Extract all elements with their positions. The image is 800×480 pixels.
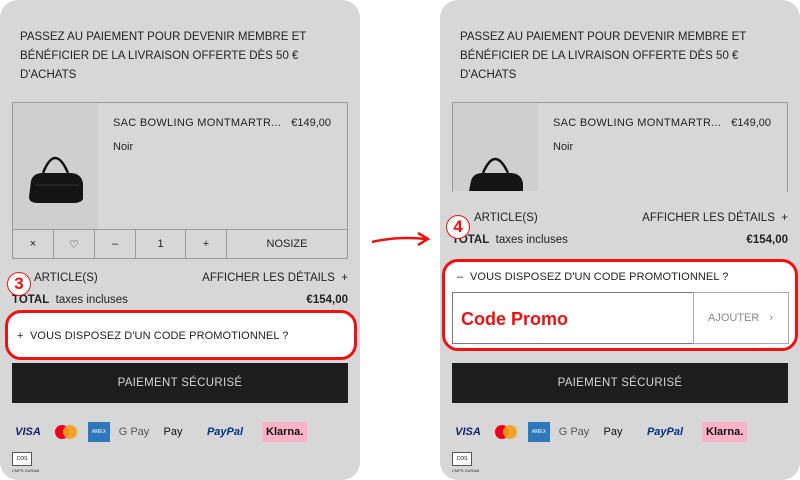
show-details-label: AFFICHER LES DÉTAILS (642, 212, 775, 224)
plus-icon: + (17, 330, 24, 342)
taxes-label: taxes incluses (55, 294, 128, 306)
promo-code-input[interactable]: Code Promo (452, 292, 694, 344)
promo-label: VOUS DISPOSEZ D'UN CODE PROMOTIONNEL ? (30, 330, 289, 342)
amex-icon: AMEX (88, 422, 110, 442)
product-price: €149,00 (291, 117, 331, 129)
promo-label[interactable]: VOUS DISPOSEZ D'UN CODE PROMOTIONNEL ? (470, 271, 729, 283)
membership-banner: PASSEZ AU PAIEMENT POUR DEVENIR MEMBRE E… (20, 31, 307, 81)
total-row: TOTAL taxes incluses €154,00 (12, 294, 348, 306)
close-icon: × (29, 238, 37, 250)
taxes-label: taxes incluses (495, 234, 568, 246)
cos-logo: COS (12, 452, 32, 466)
brand-sub: CMPS GARAM (452, 468, 480, 473)
promo-input-annotation: Code Promo (461, 309, 569, 329)
apple-pay-label: Pay (163, 426, 183, 438)
favorite-button[interactable]: ♡ (54, 230, 95, 258)
total-amount: €154,00 (746, 234, 788, 246)
klarna-icon: Klarna. (262, 422, 308, 442)
product-card: SAC BOWLING MONTMARTR... €149,00 Noir (12, 102, 348, 230)
total-amount: €154,00 (306, 294, 348, 306)
mastercard-icon (492, 422, 520, 442)
bowling-bag-image (13, 103, 98, 229)
product-card: SAC BOWLING MONTMARTR... €149,00 Noir (452, 102, 788, 192)
membership-banner: PASSEZ AU PAIEMENT POUR DEVENIR MEMBRE E… (460, 31, 747, 81)
quantity-value: 1 (136, 230, 186, 258)
promo-toggle[interactable]: + VOUS DISPOSEZ D'UN CODE PROMOTIONNEL ? (5, 310, 357, 360)
show-details-label: AFFICHER LES DÉTAILS (202, 272, 335, 284)
bowling-bag-image (453, 103, 538, 191)
step-3-marker: 3 (7, 272, 31, 296)
cos-logo: COS (452, 452, 472, 466)
brand-sub: CMPS GARAM (12, 468, 40, 473)
minus-icon[interactable]: – (457, 271, 463, 283)
secure-payment-button[interactable]: PAIEMENT SÉCURISÉ (452, 363, 788, 403)
secure-payment-button[interactable]: PAIEMENT SÉCURISÉ (12, 363, 348, 403)
klarna-icon: Klarna. (702, 422, 748, 442)
plus-icon: + (341, 272, 348, 284)
add-promo-button[interactable]: AJOUTER › (693, 292, 789, 344)
product-name[interactable]: SAC BOWLING MONTMARTR... (113, 117, 281, 129)
order-summary: ARTICLE(S) AFFICHER LES DÉTAILS + TOTAL … (452, 212, 788, 246)
remove-button[interactable]: × (13, 230, 54, 258)
total-row: TOTAL taxes incluses €154,00 (452, 234, 788, 246)
paypal-icon: PayPal (206, 426, 244, 438)
apple-pay-icon: Pay (158, 422, 188, 442)
product-image (13, 103, 98, 229)
show-details-link[interactable]: AFFICHER LES DÉTAILS + (642, 212, 788, 224)
show-details-link[interactable]: AFFICHER LES DÉTAILS + (202, 272, 348, 284)
plus-icon: + (781, 212, 788, 224)
articles-row: ARTICLE(S) AFFICHER LES DÉTAILS + (452, 212, 788, 224)
apple-pay-label: Pay (603, 426, 623, 438)
google-pay-icon: G Pay (118, 426, 150, 438)
arrow-icon (371, 231, 431, 247)
plus-icon: + (202, 238, 210, 250)
product-color: Noir (553, 141, 574, 153)
chevron-right-icon: › (769, 312, 774, 324)
visa-icon: VISA (455, 426, 481, 438)
articles-row: ARTICLE(S) AFFICHER LES DÉTAILS + (12, 272, 348, 284)
left-screen: PASSEZ AU PAIEMENT POUR DEVENIR MEMBRE E… (0, 0, 360, 480)
mastercard-icon (52, 422, 80, 442)
product-controls: × ♡ – 1 + NOSIZE (12, 229, 348, 259)
order-summary: ARTICLE(S) AFFICHER LES DÉTAILS + TOTAL … (12, 272, 348, 306)
size-selector[interactable]: NOSIZE (227, 230, 347, 258)
product-color: Noir (113, 141, 134, 153)
increase-qty-button[interactable]: + (186, 230, 227, 258)
decrease-qty-button[interactable]: – (95, 230, 136, 258)
minus-icon: – (111, 238, 119, 250)
payment-logos: VISA AMEX G Pay Pay PayPal Klarna. (12, 420, 348, 444)
product-name[interactable]: SAC BOWLING MONTMARTR... (553, 117, 721, 129)
step-4-marker: 4 (446, 215, 470, 239)
right-screen: PASSEZ AU PAIEMENT POUR DEVENIR MEMBRE E… (440, 0, 800, 480)
product-price: €149,00 (731, 117, 771, 129)
apple-pay-icon: Pay (598, 422, 628, 442)
amex-icon: AMEX (528, 422, 550, 442)
paypal-icon: PayPal (646, 426, 684, 438)
visa-icon: VISA (15, 426, 41, 438)
product-image (453, 103, 538, 191)
add-label: AJOUTER (708, 312, 760, 324)
payment-logos: VISA AMEX G Pay Pay PayPal Klarna. (452, 420, 788, 444)
google-pay-icon: G Pay (558, 426, 590, 438)
heart-icon: ♡ (69, 238, 79, 251)
